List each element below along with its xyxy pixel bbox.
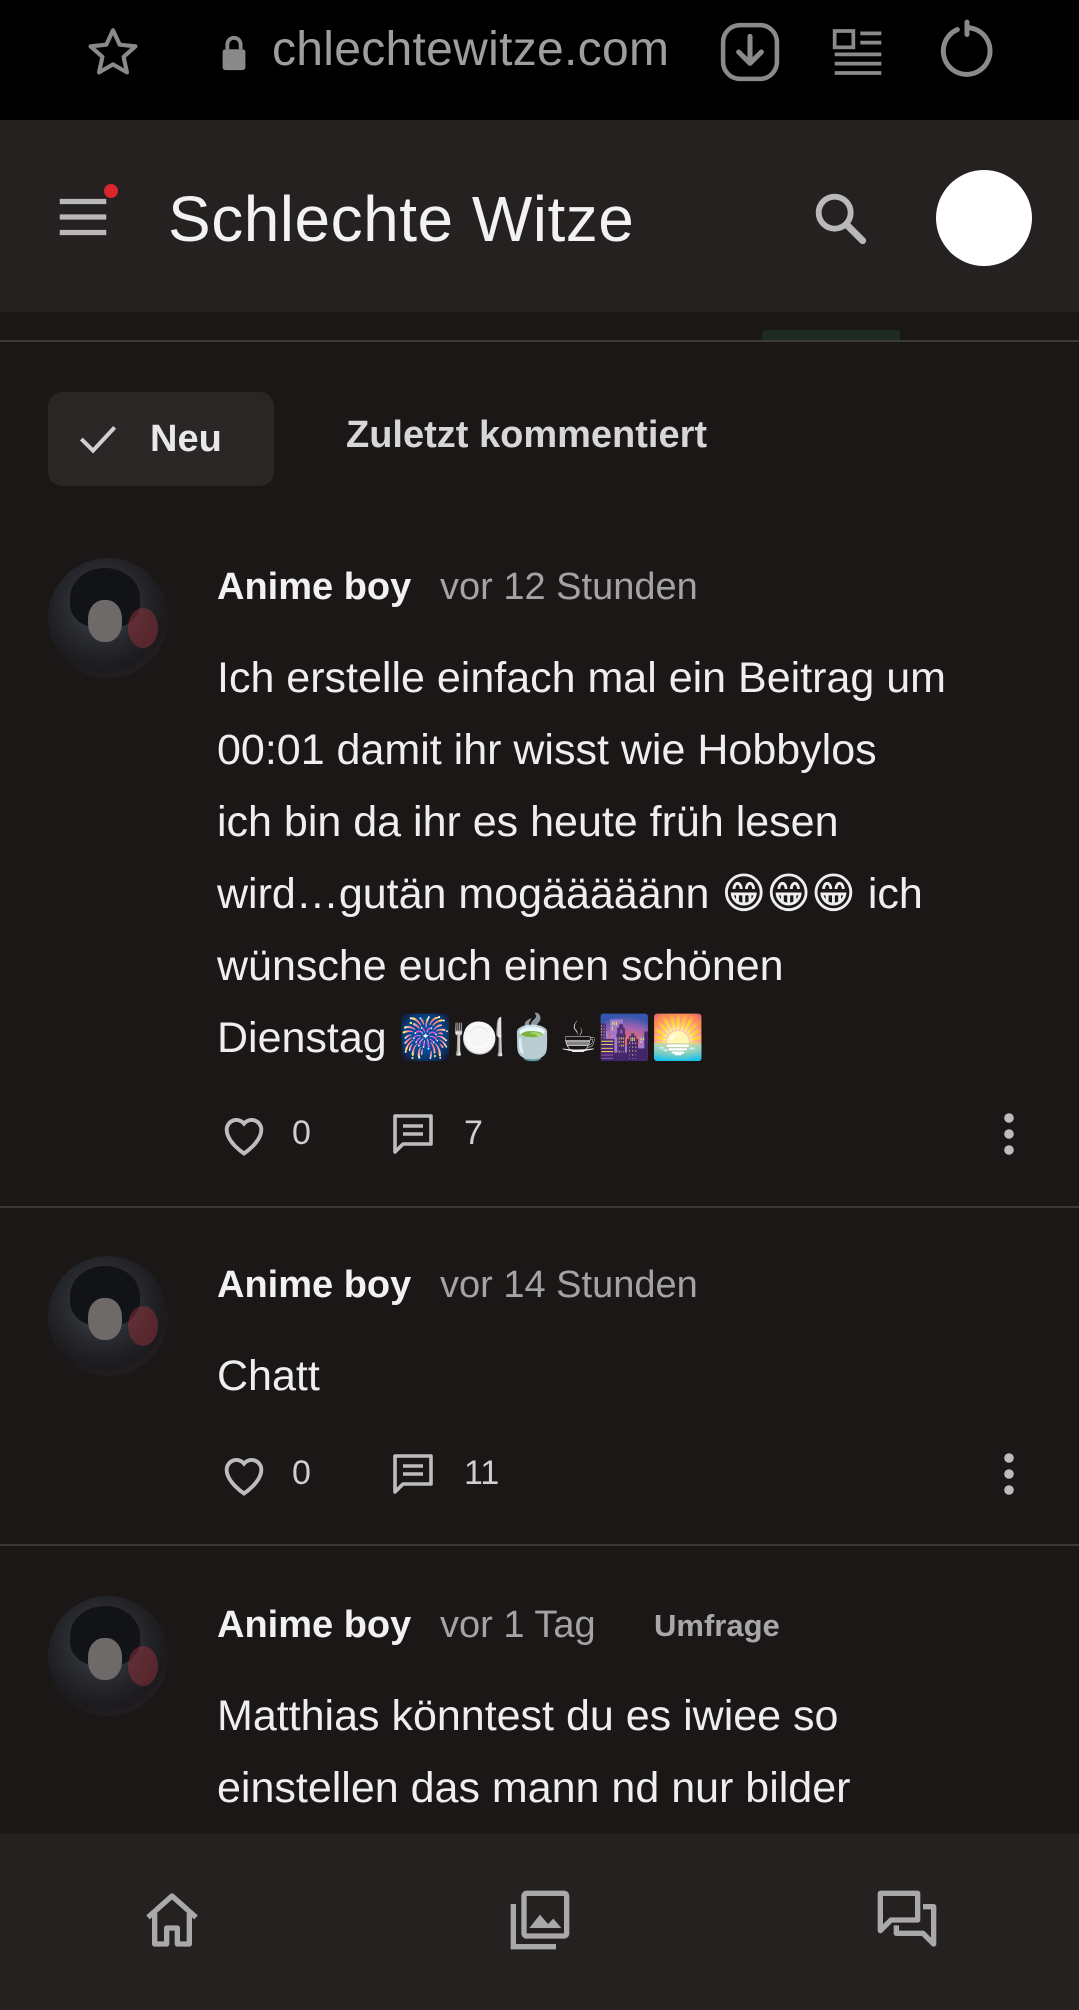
post-text[interactable]: Matthias könntest du es iwiee so einstel…: [217, 1680, 1037, 1824]
header-accent: [762, 330, 900, 340]
like-count: 0: [292, 1454, 311, 1492]
reader-mode-icon[interactable]: [830, 24, 886, 80]
avatar[interactable]: [48, 558, 168, 678]
post-author[interactable]: Anime boy: [217, 1264, 411, 1307]
comment-icon[interactable]: [388, 1110, 438, 1158]
avatar[interactable]: [48, 1256, 168, 1376]
download-icon[interactable]: [716, 18, 784, 86]
filter-chip-zuletzt-kommentiert[interactable]: Zuletzt kommentiert: [346, 414, 707, 457]
like-count: 0: [292, 1114, 311, 1152]
lock-icon: [222, 35, 246, 71]
divider: [0, 340, 1079, 342]
url-text[interactable]: chlechtewitze.com: [272, 22, 669, 77]
browser-address-bar: chlechtewitze.com: [0, 0, 1079, 120]
post-text[interactable]: Chatt: [217, 1340, 1037, 1412]
filter-chip-neu[interactable]: Neu: [48, 392, 274, 486]
divider: [0, 1544, 1079, 1546]
post-author[interactable]: Anime boy: [217, 1604, 411, 1647]
avatar[interactable]: [48, 1596, 168, 1716]
post-time: vor 1 Tag: [440, 1604, 596, 1646]
home-icon[interactable]: [140, 1888, 204, 1952]
comment-count: 7: [464, 1114, 483, 1152]
post-time: vor 14 Stunden: [440, 1264, 698, 1306]
chat-icon[interactable]: [874, 1888, 940, 1952]
star-icon[interactable]: [82, 22, 144, 84]
notification-dot: [104, 184, 118, 198]
user-avatar[interactable]: [936, 170, 1032, 266]
heart-icon[interactable]: [218, 1110, 270, 1158]
search-icon[interactable]: [808, 186, 872, 250]
heart-icon[interactable]: [218, 1450, 270, 1498]
check-icon: [79, 425, 117, 454]
bottom-navigation: [0, 1834, 1079, 2010]
post-time: vor 12 Stunden: [440, 566, 698, 608]
post-author[interactable]: Anime boy: [217, 566, 411, 609]
gallery-icon[interactable]: [508, 1888, 572, 1952]
divider: [0, 1206, 1079, 1208]
reload-icon[interactable]: [934, 18, 1000, 84]
more-options-icon[interactable]: [996, 1110, 1022, 1158]
more-options-icon[interactable]: [996, 1450, 1022, 1498]
filter-chip-label: Neu: [150, 418, 222, 460]
page-title: Schlechte Witze: [168, 183, 635, 255]
poll-badge: Umfrage: [654, 1608, 780, 1643]
comment-icon[interactable]: [388, 1450, 438, 1498]
comment-count: 11: [464, 1454, 500, 1492]
post-text[interactable]: Ich erstelle einfach mal ein Beitrag um …: [217, 642, 1037, 1074]
app-header: Schlechte Witze: [0, 120, 1079, 312]
